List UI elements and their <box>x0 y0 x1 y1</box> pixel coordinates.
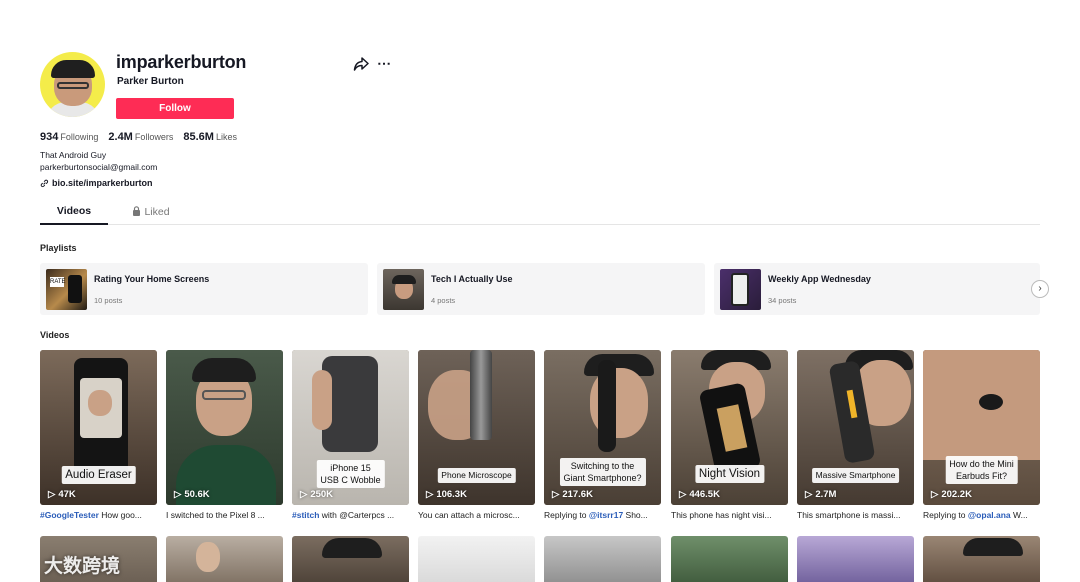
playlist-count: 4 posts <box>431 296 456 305</box>
lock-icon <box>133 206 141 216</box>
video-caption: Phone Microscope <box>437 468 516 483</box>
profile-stats: 934 Following 2.4M Followers 85.6M Likes <box>40 131 237 143</box>
view-count: ▷ 2.7M <box>805 489 837 500</box>
playlist-thumbnail: RATE <box>46 269 87 310</box>
video-description[interactable]: This phone has night visi... <box>671 510 788 520</box>
video-card[interactable]: Phone Microscope ▷ 106.3K <box>418 350 535 505</box>
video-caption: Massive Smartphone <box>811 468 900 483</box>
view-count: ▷ 446.5K <box>679 489 720 500</box>
playlist-thumbnail <box>383 269 424 310</box>
following-stat[interactable]: 934 Following <box>40 131 98 143</box>
video-card[interactable] <box>671 536 788 582</box>
video-card[interactable]: Massive Smartphone ▷ 2.7M <box>797 350 914 505</box>
video-caption: iPhone 15 USB C Wobble <box>316 460 385 488</box>
video-card[interactable] <box>797 536 914 582</box>
video-card[interactable]: Night Vision ▷ 446.5K <box>671 350 788 505</box>
play-icon: ▷ <box>174 489 182 500</box>
bio-email: parkerburtonsocial@gmail.com <box>40 161 158 172</box>
video-card[interactable]: ▷ 50.6K <box>166 350 283 505</box>
video-card[interactable]: Audio Eraser ▷ 47K <box>40 350 157 505</box>
play-icon: ▷ <box>679 489 687 500</box>
bio: That Android Guy parkerburtonsocial@gmai… <box>40 150 157 173</box>
video-caption: How do the Mini Earbuds Fit? <box>945 456 1018 484</box>
playlist-title: Weekly App Wednesday <box>768 274 871 284</box>
video-card[interactable]: Switching to the Giant Smartphone? ▷ 217.6… <box>544 350 661 505</box>
tab-videos[interactable]: Videos <box>40 203 108 225</box>
video-description[interactable]: I switched to the Pixel 8 ... <box>166 510 283 520</box>
followers-stat[interactable]: 2.4M Followers <box>108 131 173 143</box>
playlists-heading: Playlists <box>40 243 77 253</box>
video-card[interactable] <box>166 536 283 582</box>
bio-link[interactable]: bio.site/imparkerburton <box>40 178 153 188</box>
bio-line: That Android Guy <box>40 150 107 160</box>
profile-page: imparkerburton Parker Burton Follow ⋯ 93… <box>0 0 1080 582</box>
video-card[interactable]: How do the Mini Earbuds Fit? ▷ 202.2K <box>923 350 1040 505</box>
playlist-card[interactable]: Weekly App Wednesday 34 posts <box>714 263 1040 315</box>
video-description[interactable]: Replying to @opal.ana W... <box>923 510 1040 520</box>
chevron-right-icon[interactable]: › <box>1031 280 1049 298</box>
play-icon: ▷ <box>552 489 560 500</box>
video-caption: Audio Eraser <box>61 466 136 484</box>
view-count: ▷ 217.6K <box>552 489 593 500</box>
playlist-card[interactable]: Tech I Actually Use 4 posts <box>377 263 705 315</box>
play-icon: ▷ <box>48 489 56 500</box>
playlist-count: 34 posts <box>768 296 797 305</box>
view-count: ▷ 250K <box>300 489 334 500</box>
video-description[interactable]: #GoogleTester How goo... <box>40 510 157 520</box>
playlist-card[interactable]: RATE Rating Your Home Screens 10 posts <box>40 263 368 315</box>
videos-heading: Videos <box>40 330 70 340</box>
playlist-count: 10 posts <box>94 296 123 305</box>
video-caption: Switching to the Giant Smartphone? <box>559 458 646 486</box>
share-icon[interactable] <box>353 57 369 71</box>
watermark-logo-icon <box>6 553 40 576</box>
video-card[interactable] <box>418 536 535 582</box>
watermark: 大数跨境 <box>6 551 120 578</box>
video-card[interactable] <box>923 536 1040 582</box>
tab-liked[interactable]: Liked <box>122 203 180 225</box>
play-icon: ▷ <box>426 489 434 500</box>
view-count: ▷ 50.6K <box>174 489 210 500</box>
video-description[interactable]: You can attach a microsc... <box>418 510 535 520</box>
video-card[interactable]: iPhone 15 USB C Wobble ▷ 250K <box>292 350 409 505</box>
profile-tabs: Videos Liked <box>40 203 1040 225</box>
likes-stat: 85.6M Likes <box>183 131 237 143</box>
playlist-title: Tech I Actually Use <box>431 274 513 284</box>
link-icon <box>40 179 49 187</box>
video-card[interactable] <box>544 536 661 582</box>
view-count: ▷ 47K <box>48 489 76 500</box>
play-icon: ▷ <box>931 489 939 500</box>
video-caption: Night Vision <box>694 465 765 483</box>
view-count: ▷ 202.2K <box>931 489 972 500</box>
video-description[interactable]: #stitch with @Carterpcs ... <box>292 510 409 520</box>
more-options-icon[interactable]: ⋯ <box>376 56 392 71</box>
follow-button[interactable]: Follow <box>116 98 234 119</box>
video-card[interactable] <box>292 536 409 582</box>
playlist-thumbnail <box>720 269 761 310</box>
username: imparkerburton <box>116 52 247 72</box>
play-icon: ▷ <box>805 489 813 500</box>
video-description[interactable]: Replying to @itsrr17 Sho... <box>544 510 661 520</box>
view-count: ▷ 106.3K <box>426 489 467 500</box>
playlist-title: Rating Your Home Screens <box>94 274 210 284</box>
avatar[interactable] <box>40 52 105 117</box>
nickname: Parker Burton <box>117 76 184 87</box>
video-description[interactable]: This smartphone is massi... <box>797 510 914 520</box>
play-icon: ▷ <box>300 489 308 500</box>
